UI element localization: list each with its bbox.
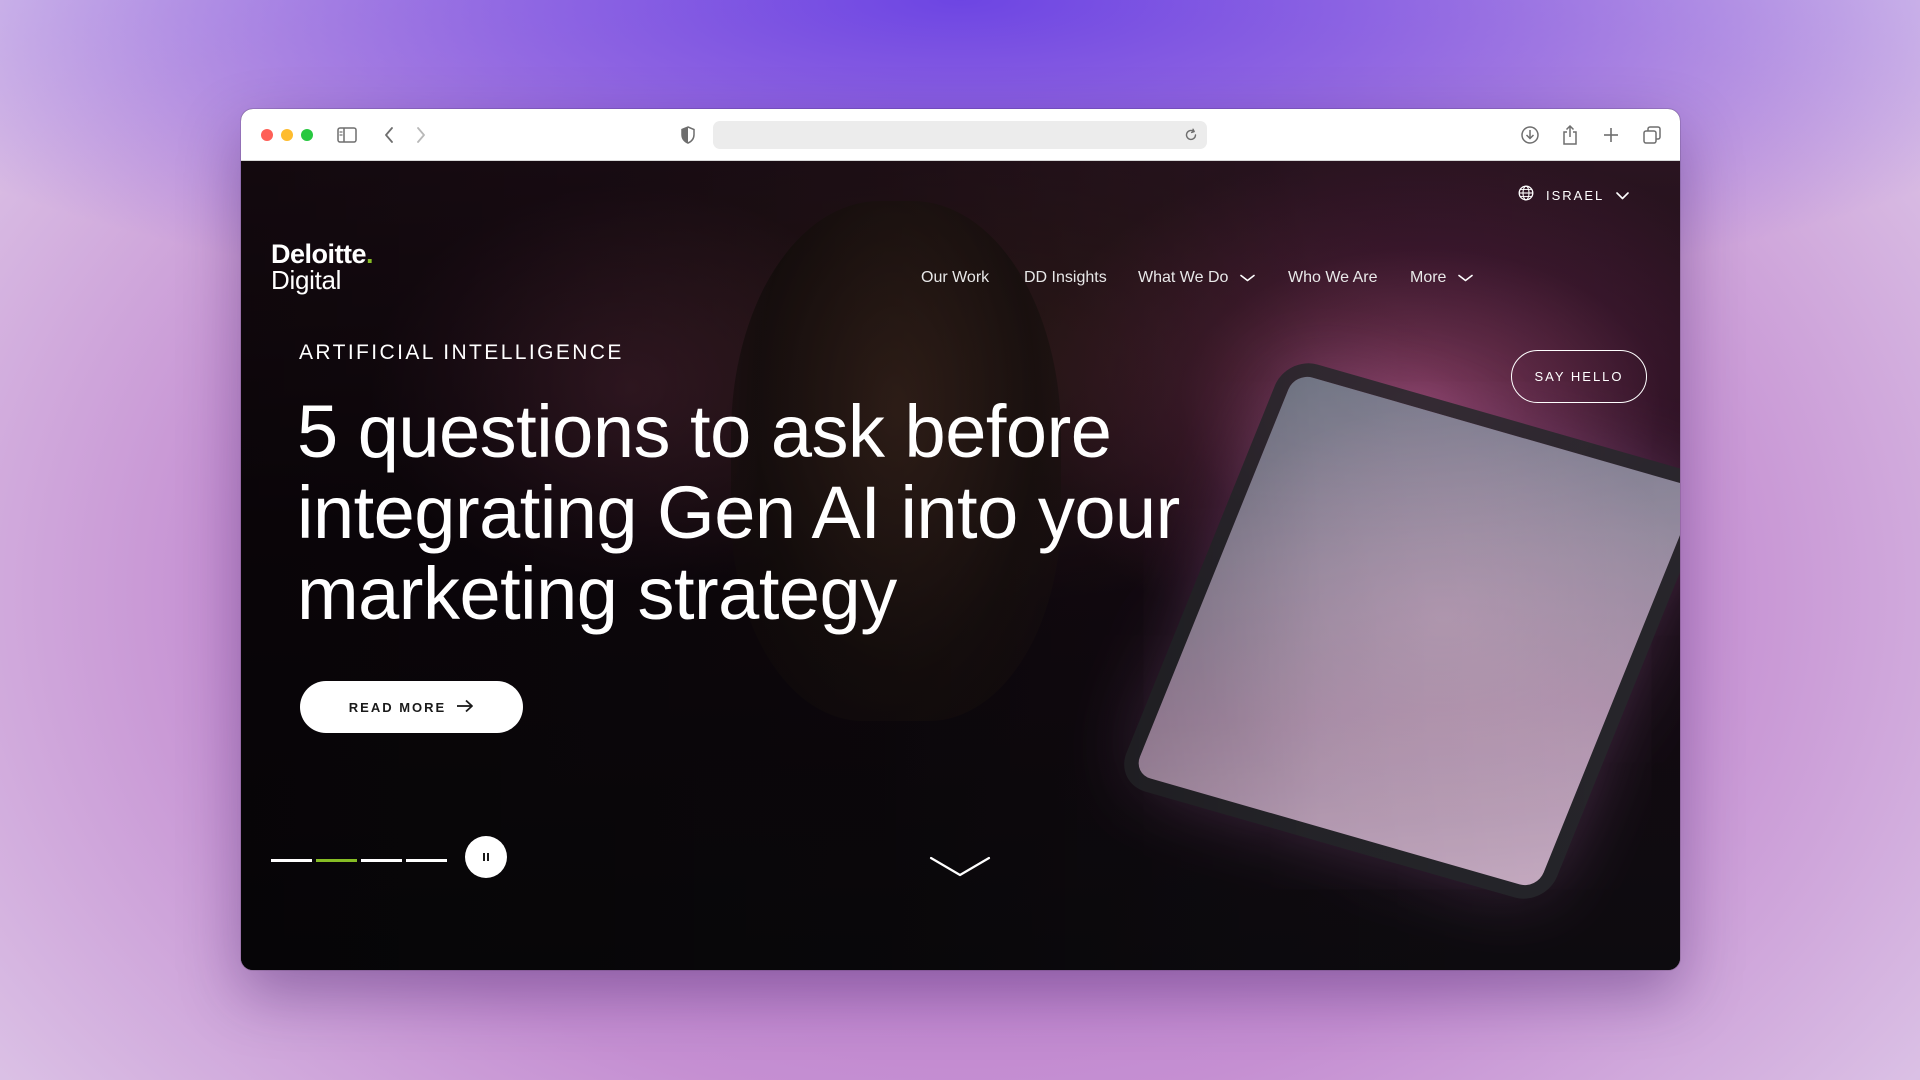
minimize-window-button[interactable] <box>281 129 293 141</box>
headline-line: integrating Gen AI into your <box>297 471 1180 554</box>
nav-item-label: More <box>1410 269 1447 286</box>
scroll-down-icon[interactable] <box>929 855 991 884</box>
region-selector[interactable]: ISRAEL <box>1518 185 1630 206</box>
read-more-label: READ MORE <box>348 699 447 715</box>
chevron-down-icon <box>1240 274 1256 282</box>
browser-toolbar <box>241 109 1680 161</box>
nav-item-label: What We Do <box>1138 269 1229 286</box>
nav-item-label: Our Work <box>921 269 990 286</box>
chevron-left-icon[interactable] <box>377 123 401 147</box>
carousel-indicator[interactable] <box>316 859 357 862</box>
pause-button[interactable] <box>465 836 507 878</box>
chevron-down-icon <box>1458 274 1474 282</box>
zoom-window-button[interactable] <box>301 129 313 141</box>
nav-item-label: Who We Are <box>1288 269 1378 286</box>
say-hello-label: SAY HELLO <box>1534 369 1624 384</box>
hero-headline: 5 questions to ask before integrating Ge… <box>297 391 1197 634</box>
share-icon[interactable] <box>1558 123 1582 147</box>
nav-item-who-we-are[interactable]: Who We Are <box>1288 269 1378 287</box>
headline-line: 5 questions to ask before <box>297 390 1112 473</box>
read-more-button[interactable]: READ MORE <box>300 681 523 733</box>
carousel-indicator[interactable] <box>361 859 402 862</box>
tabs-overview-icon[interactable] <box>1640 123 1664 147</box>
close-window-button[interactable] <box>261 129 273 141</box>
say-hello-button[interactable]: SAY HELLO <box>1511 350 1647 403</box>
chevron-right-icon[interactable] <box>409 123 433 147</box>
headline-line: marketing strategy <box>297 552 897 635</box>
nav-item-dd-insights[interactable]: DD Insights <box>1024 269 1107 287</box>
logo-text-digital: Digital <box>271 265 342 295</box>
hero-eyebrow: ARTIFICIAL INTELLIGENCE <box>299 341 624 364</box>
hero-section: Deloitte. Digital ISRAEL Our Work DD Ins… <box>241 161 1680 970</box>
chevron-down-icon <box>1616 187 1630 205</box>
download-icon[interactable] <box>1518 123 1542 147</box>
nav-item-more[interactable]: More <box>1410 269 1474 287</box>
reload-icon[interactable] <box>1181 125 1201 145</box>
carousel-indicators <box>271 859 447 862</box>
arrow-right-icon <box>446 699 474 716</box>
carousel-indicator[interactable] <box>406 859 447 862</box>
logo-dot: . <box>366 239 374 269</box>
globe-icon <box>1518 185 1534 206</box>
address-bar[interactable] <box>713 121 1207 149</box>
carousel-indicator[interactable] <box>271 859 312 862</box>
nav-item-our-work[interactable]: Our Work <box>921 269 989 287</box>
plus-icon[interactable] <box>1599 123 1623 147</box>
pause-icon <box>481 850 491 865</box>
deloitte-digital-logo[interactable]: Deloitte. Digital <box>271 239 374 295</box>
sidebar-icon[interactable] <box>335 123 359 147</box>
shield-icon[interactable] <box>676 123 700 147</box>
nav-item-what-we-do[interactable]: What We Do <box>1138 269 1256 287</box>
browser-window: Deloitte. Digital ISRAEL Our Work DD Ins… <box>241 109 1680 970</box>
nav-item-label: DD Insights <box>1024 269 1107 286</box>
region-label: ISRAEL <box>1546 188 1605 203</box>
